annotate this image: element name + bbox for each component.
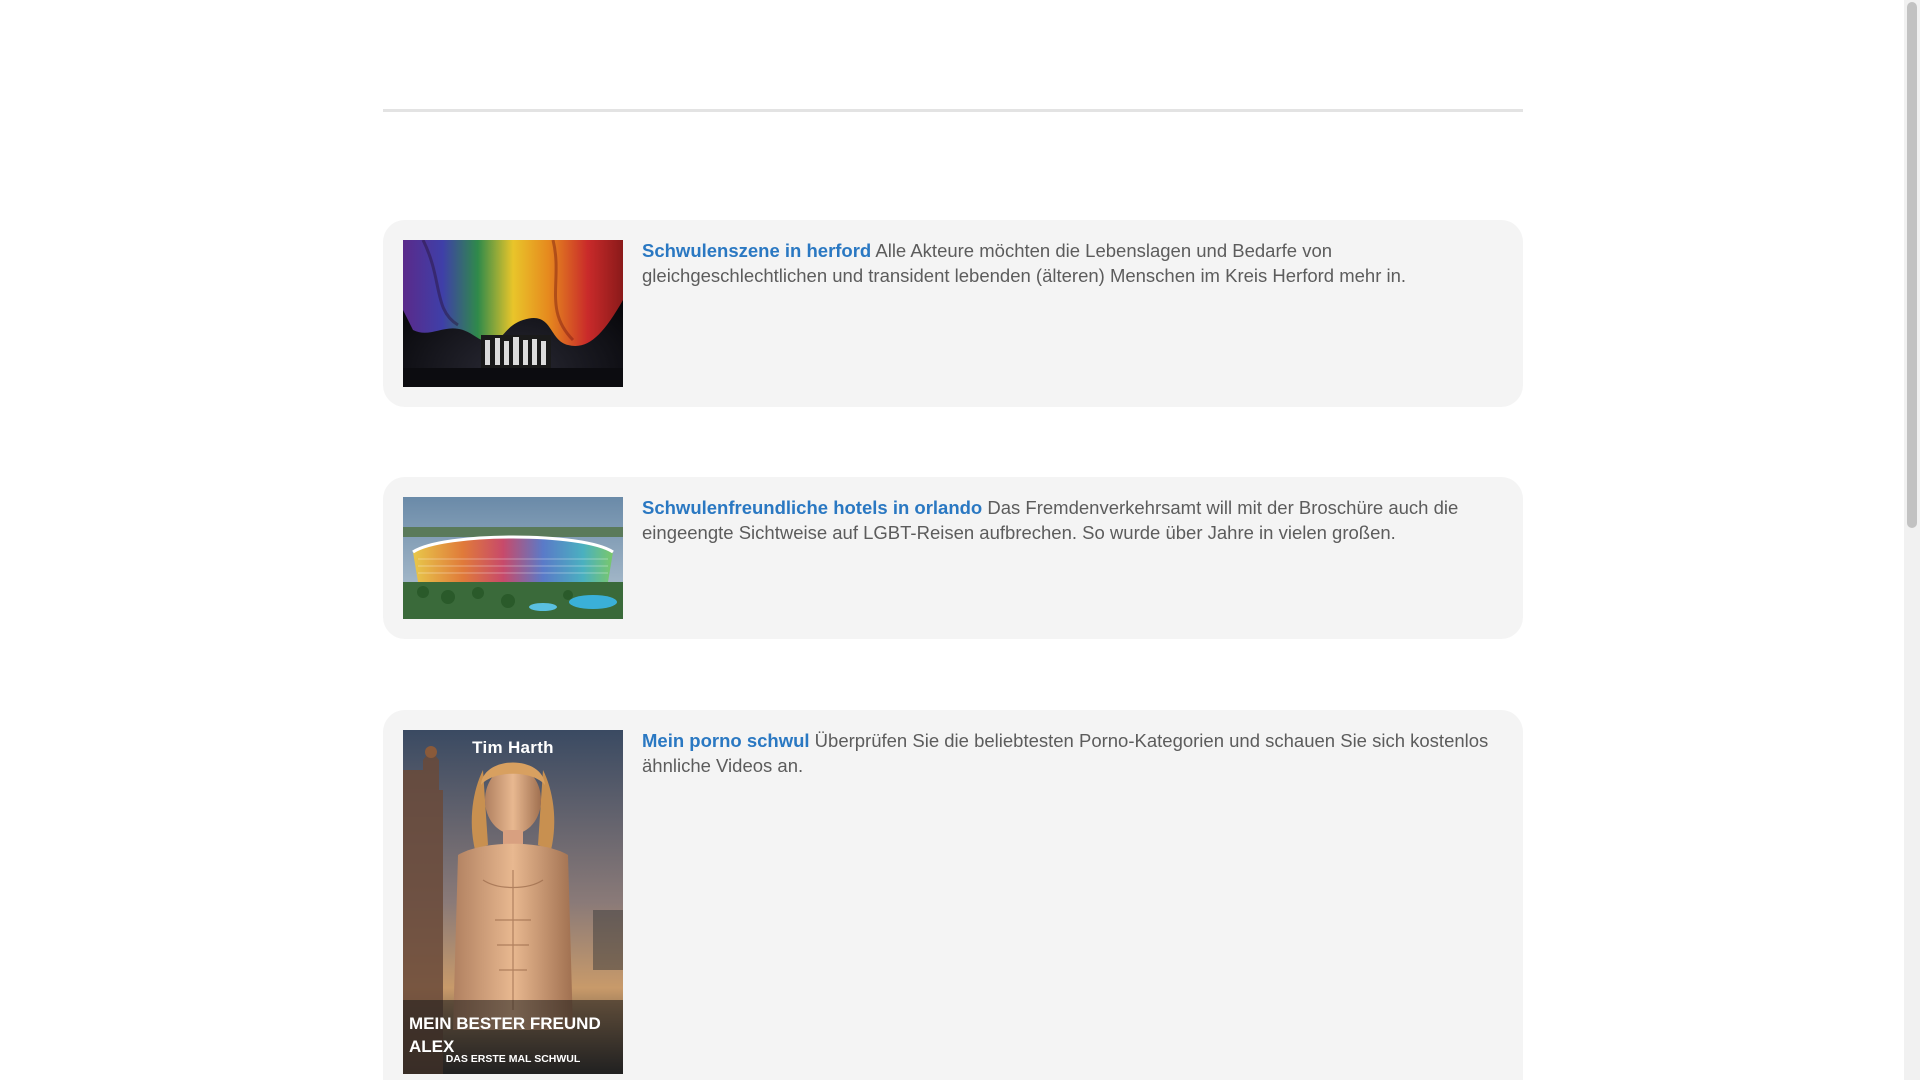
book-cover-title: MEIN BESTER FREUND ALEX xyxy=(409,1012,619,1058)
book-cover-author: Tim Harth xyxy=(472,738,554,757)
vertical-scrollbar[interactable] xyxy=(1904,0,1920,1080)
article-text: Mein porno schwul Überprüfen Sie die bel… xyxy=(642,728,1504,778)
article-text: Schwulenfreundliche hotels in orlando Da… xyxy=(642,495,1504,545)
article-thumbnail[interactable] xyxy=(403,497,623,619)
article-card: Schwulenfreundliche hotels in orlando Da… xyxy=(383,477,1523,639)
article-thumbnail[interactable] xyxy=(403,240,623,387)
book-cover-subtitle: DAS ERSTE MAL SCHWUL xyxy=(445,1053,581,1065)
rainbow-flag-stage-image xyxy=(403,240,623,387)
article-title-link[interactable]: Schwulenfreundliche hotels in orlando xyxy=(642,497,982,518)
article-card: Tim Harth MEIN BESTER FREUND ALEX DAS ER… xyxy=(383,710,1523,1080)
colorful-hotel-aerial-image xyxy=(403,497,623,619)
viewport: Schwulenszene in herford Alle Akteure mö… xyxy=(0,0,1920,1080)
header-divider xyxy=(383,109,1523,112)
article-title-link[interactable]: Schwulenszene in herford xyxy=(642,240,871,261)
article-thumbnail[interactable]: Tim Harth MEIN BESTER FREUND ALEX DAS ER… xyxy=(403,730,623,1074)
article-text: Schwulenszene in herford Alle Akteure mö… xyxy=(642,238,1504,288)
book-cover-title-line: MEIN BESTER FREUND xyxy=(409,1014,601,1033)
scrollbar-thumb[interactable] xyxy=(1907,2,1917,528)
article-card: Schwulenszene in herford Alle Akteure mö… xyxy=(383,220,1523,407)
article-title-link[interactable]: Mein porno schwul xyxy=(642,730,810,751)
